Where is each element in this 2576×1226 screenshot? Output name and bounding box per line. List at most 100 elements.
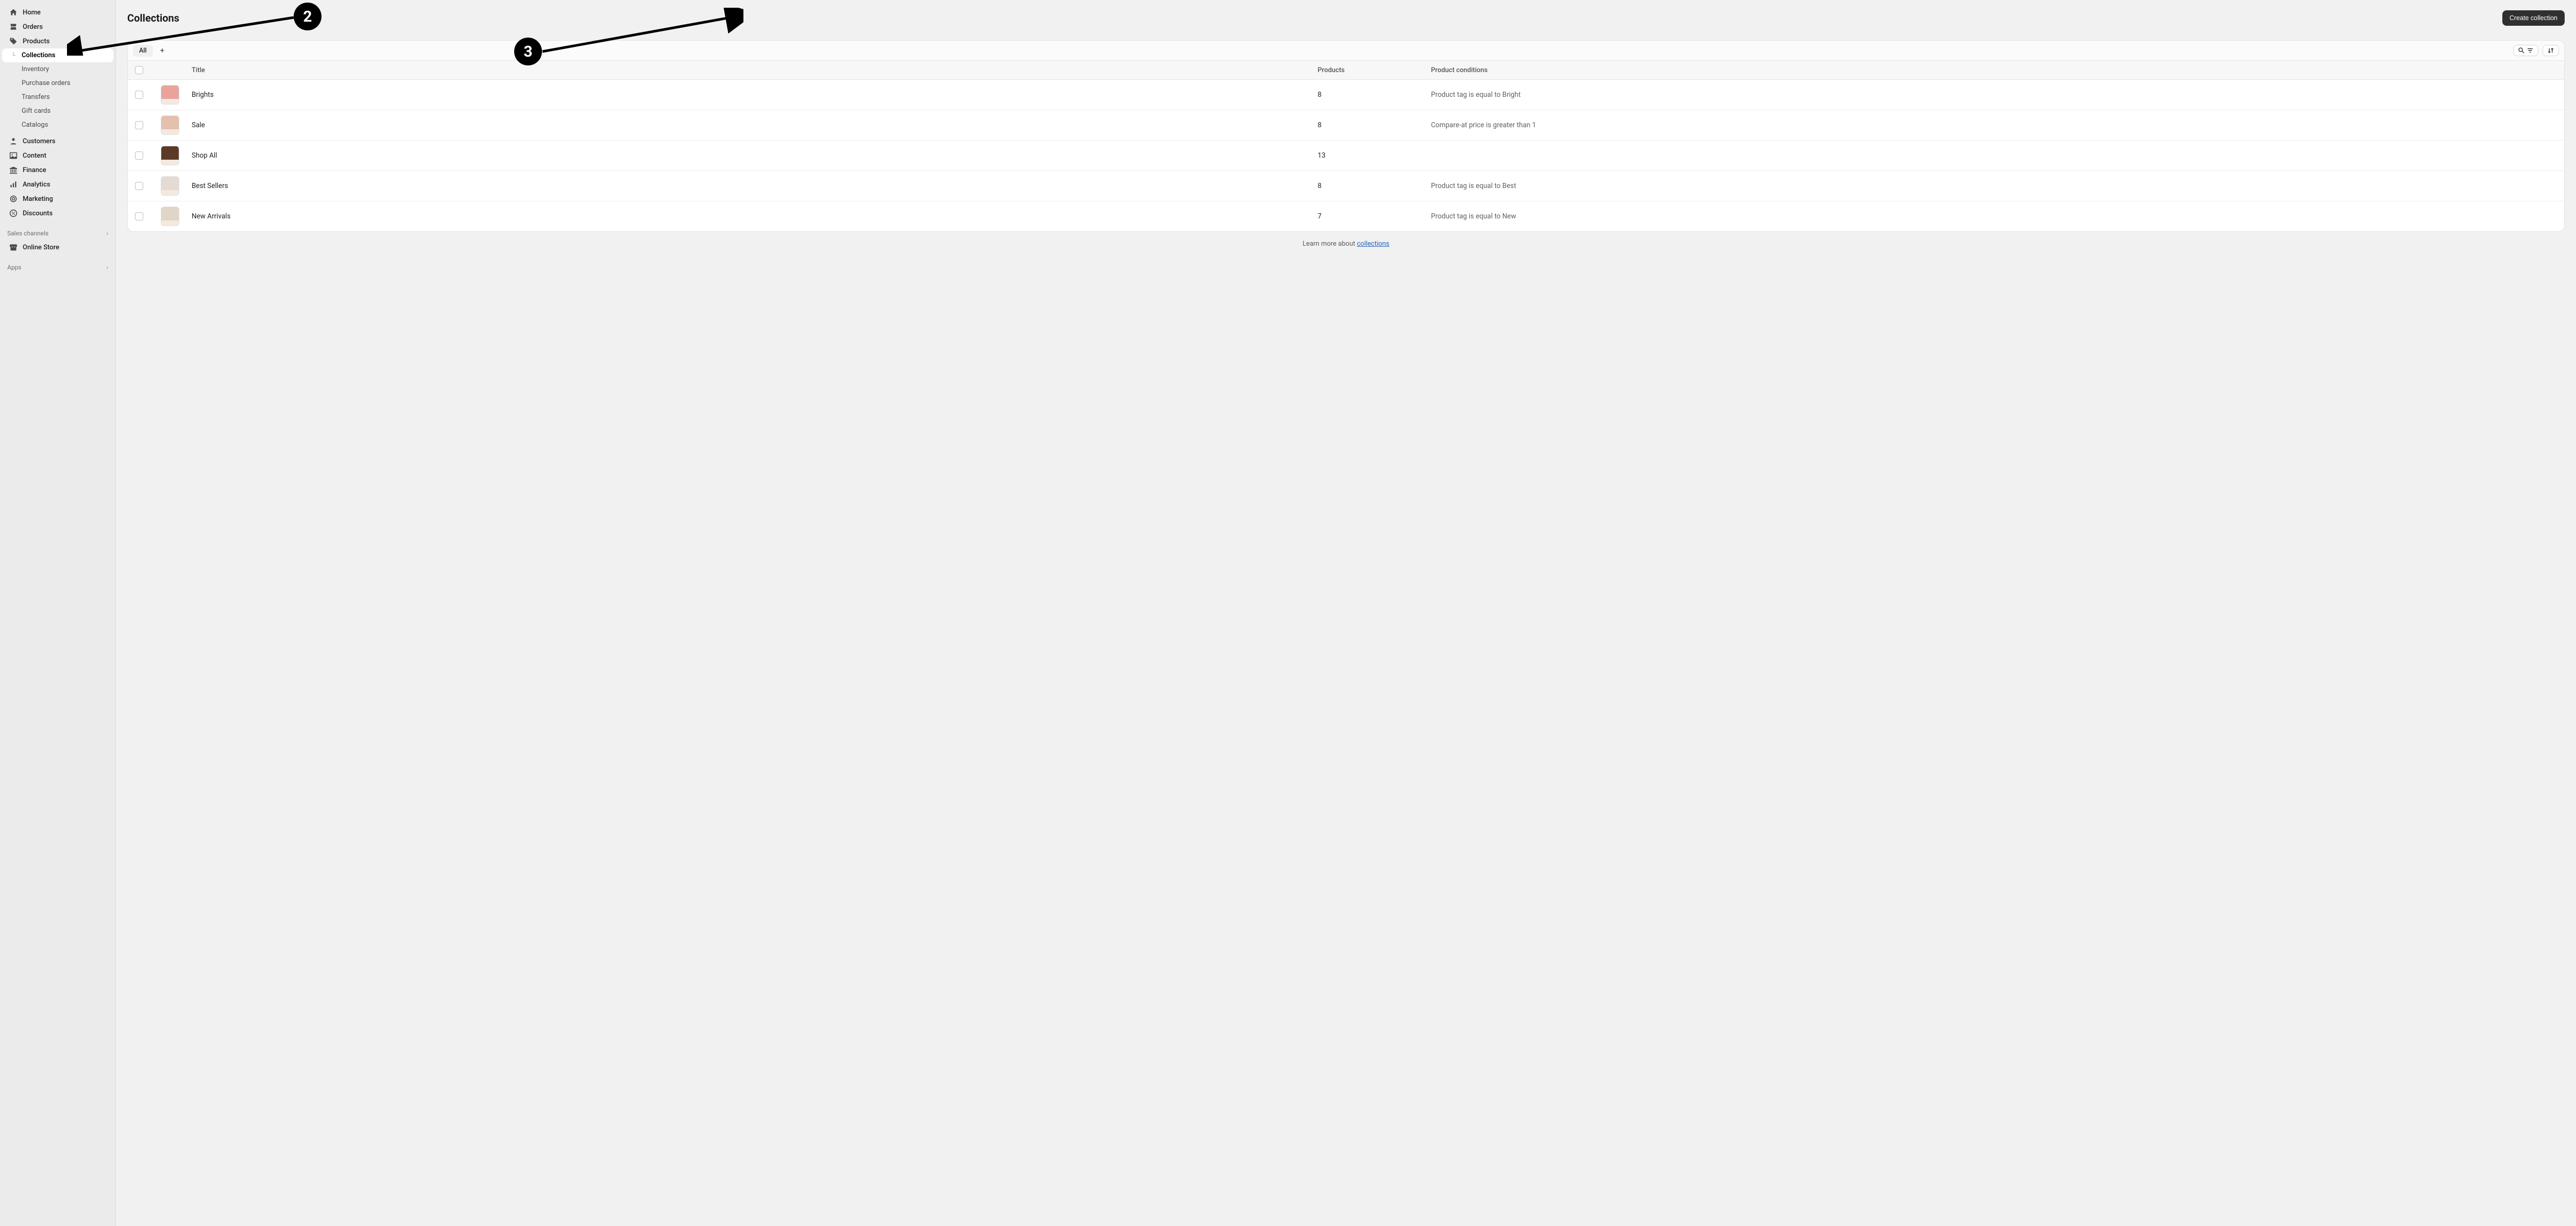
nav-products[interactable]: Products [2, 34, 113, 48]
nav-home[interactable]: Home [2, 5, 113, 20]
tabs-bar: All + [128, 41, 2564, 61]
nav-catalogs[interactable]: Catalogs [2, 118, 113, 132]
nav-analytics[interactable]: Analytics [2, 177, 113, 192]
row-products: 8 [1318, 121, 1431, 129]
row-checkbox[interactable] [135, 121, 143, 129]
chevron-right-icon: › [106, 264, 108, 271]
chart-icon [9, 180, 18, 189]
nav-discounts-label: Discounts [23, 210, 53, 217]
nav-marketing-label: Marketing [23, 195, 53, 203]
table-row[interactable]: Shop All13 [128, 141, 2564, 171]
row-title: Brights [192, 91, 1318, 99]
nav-online-store-label: Online Store [23, 244, 59, 251]
row-title: Sale [192, 121, 1318, 129]
main-content: Collections Create collection All + Titl [116, 0, 2576, 1226]
nav-transfers[interactable]: Transfers [2, 90, 113, 104]
nav-online-store[interactable]: Online Store [2, 240, 113, 254]
nav-customers[interactable]: Customers [2, 134, 113, 148]
row-checkbox[interactable] [135, 182, 143, 190]
footer-note: Learn more about collections [127, 232, 2565, 256]
nav-inventory-label: Inventory [22, 65, 49, 73]
col-conditions: Product conditions [1431, 66, 2557, 74]
nav-collections[interactable]: Collections [2, 48, 113, 62]
row-conditions: Product tag is equal to Bright [1431, 91, 2557, 99]
sales-channels-label: Sales channels [7, 230, 48, 237]
nav-content-label: Content [23, 152, 46, 160]
sales-channels-heading[interactable]: Sales channels › [0, 220, 115, 240]
image-icon [9, 151, 18, 160]
row-title: Shop All [192, 151, 1318, 160]
create-collection-button[interactable]: Create collection [2502, 10, 2565, 26]
nav-purchase-orders[interactable]: Purchase orders [2, 76, 113, 90]
nav-gift-cards-label: Gift cards [22, 107, 50, 115]
orders-icon [9, 23, 18, 31]
row-conditions: Compare-at price is greater than 1 [1431, 121, 2557, 129]
row-checkbox[interactable] [135, 212, 143, 220]
table-row[interactable]: New Arrivals7Product tag is equal to New [128, 201, 2564, 231]
footer-link[interactable]: collections [1357, 240, 1389, 248]
row-thumbnail [161, 146, 179, 165]
nav-products-label: Products [23, 38, 49, 45]
person-icon [9, 137, 18, 145]
table-header: Title Products Product conditions [128, 61, 2564, 80]
nav-orders-label: Orders [23, 23, 43, 31]
table-row[interactable]: Brights8Product tag is equal to Bright [128, 80, 2564, 110]
tag-icon [9, 37, 18, 45]
nav-home-label: Home [23, 9, 41, 16]
apps-label: Apps [7, 264, 22, 271]
nav-finance[interactable]: Finance [2, 163, 113, 177]
row-products: 8 [1318, 182, 1431, 190]
row-checkbox[interactable] [135, 151, 143, 160]
nav-transfers-label: Transfers [22, 93, 50, 101]
nav-customers-label: Customers [23, 138, 56, 145]
table-row[interactable]: Best Sellers8Product tag is equal to Bes… [128, 171, 2564, 201]
row-products: 8 [1318, 91, 1431, 99]
nav-orders[interactable]: Orders [2, 20, 113, 34]
collections-card: All + Title Products Product conditions … [127, 40, 2565, 232]
table-row[interactable]: Sale8Compare-at price is greater than 1 [128, 110, 2564, 141]
rows-container: Brights8Product tag is equal to BrightSa… [128, 80, 2564, 231]
row-conditions: Product tag is equal to Best [1431, 182, 2557, 190]
nav-content[interactable]: Content [2, 148, 113, 163]
row-title: Best Sellers [192, 182, 1318, 190]
nav-analytics-label: Analytics [23, 181, 50, 189]
row-thumbnail [161, 115, 179, 135]
row-products: 13 [1318, 151, 1431, 160]
sort-icon [2547, 47, 2554, 54]
nav-collections-label: Collections [22, 52, 55, 59]
nav-purchase-orders-label: Purchase orders [22, 79, 71, 87]
tab-all[interactable]: All [133, 45, 153, 57]
bank-icon [9, 166, 18, 174]
row-thumbnail [161, 207, 179, 226]
nav-catalogs-label: Catalogs [22, 121, 48, 129]
col-title: Title [192, 66, 1318, 74]
apps-heading[interactable]: Apps › [0, 254, 115, 274]
filter-icon [2527, 47, 2534, 54]
row-checkbox[interactable] [135, 91, 143, 99]
chevron-right-icon: › [106, 230, 108, 237]
nav-marketing[interactable]: Marketing [2, 192, 113, 206]
sort-button[interactable] [2543, 45, 2559, 56]
row-thumbnail [161, 176, 179, 196]
sidebar: Home Orders Products Collections Invento… [0, 0, 116, 1226]
discount-icon [9, 209, 18, 217]
page-title: Collections [127, 12, 179, 24]
nav-finance-label: Finance [23, 166, 46, 174]
row-products: 7 [1318, 212, 1431, 220]
footer-prefix: Learn more about [1302, 240, 1357, 248]
store-icon [9, 243, 18, 251]
target-icon [9, 195, 18, 203]
search-filter-button[interactable] [2513, 45, 2538, 56]
row-thumbnail [161, 85, 179, 105]
home-icon [9, 8, 18, 16]
nav-inventory[interactable]: Inventory [2, 62, 113, 76]
col-products: Products [1318, 66, 1431, 74]
select-all-checkbox[interactable] [135, 66, 143, 74]
nav-discounts[interactable]: Discounts [2, 206, 113, 220]
row-title: New Arrivals [192, 212, 1318, 220]
nav-gift-cards[interactable]: Gift cards [2, 104, 113, 118]
row-conditions: Product tag is equal to New [1431, 212, 2557, 220]
add-view-button[interactable]: + [156, 44, 169, 57]
page-header: Collections Create collection [127, 10, 2565, 26]
search-icon [2518, 47, 2525, 54]
